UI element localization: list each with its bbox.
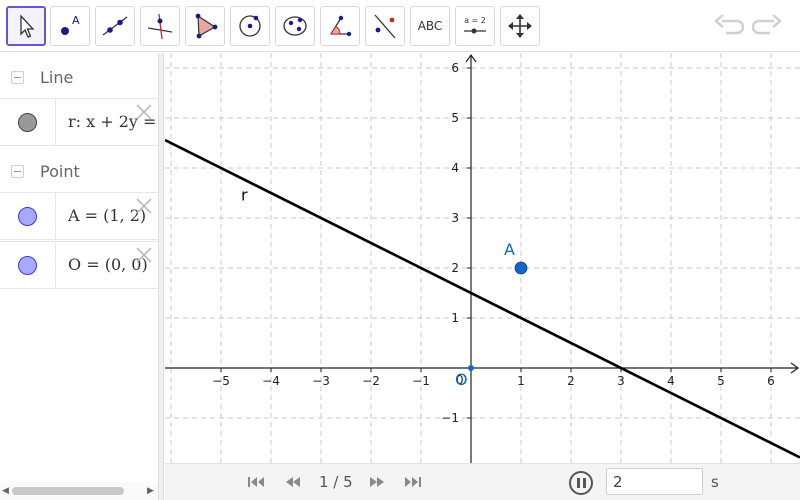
skip-to-start-icon xyxy=(248,477,264,487)
graphics-view[interactable]: −5 −4 −3 −2 −1 1 2 3 4 5 6 −1 1 2 3 4 5 6 0 rAO xyxy=(165,53,800,463)
group-header-point[interactable]: Point xyxy=(0,148,158,194)
marble-icon xyxy=(18,112,37,132)
line-r-label[interactable]: r xyxy=(241,186,248,205)
slider-tool-button[interactable]: a = 2 xyxy=(455,6,495,46)
y-tick-label: 5 xyxy=(451,111,459,125)
graphics-canvas[interactable]: −5 −4 −3 −2 −1 1 2 3 4 5 6−11234560 rAO xyxy=(165,53,800,463)
text-tool-button[interactable]: ABC xyxy=(410,6,450,46)
grid xyxy=(165,53,800,463)
move-tool-button[interactable] xyxy=(6,6,46,46)
perpendicular-line-icon xyxy=(147,13,173,40)
axes xyxy=(165,53,800,463)
pause-icon xyxy=(576,478,580,488)
speed-unit-label: s xyxy=(711,473,719,491)
x-tick-label: −2 xyxy=(362,374,380,388)
point-a-label[interactable]: A xyxy=(504,240,515,259)
redo-icon xyxy=(752,14,782,35)
circle-with-center-tool-button[interactable] xyxy=(230,6,270,46)
svg-text:A: A xyxy=(72,14,80,27)
algebra-row-line-r[interactable]: r: x + 2y = 3 xyxy=(0,98,158,146)
slider-icon: a = 2 xyxy=(464,16,486,34)
scroll-left-icon[interactable]: ◀ xyxy=(2,486,9,496)
fast-forward-icon xyxy=(370,477,384,487)
point-a[interactable] xyxy=(514,261,528,275)
perpendicular-line-tool-button[interactable] xyxy=(140,6,180,46)
last-page-button[interactable] xyxy=(402,474,424,490)
pause-button[interactable] xyxy=(569,471,593,495)
line-tool-button[interactable] xyxy=(95,6,135,46)
rewind-icon xyxy=(286,477,300,487)
algebra-row-point-a[interactable]: A = (1, 2) xyxy=(0,192,158,240)
x-tick-label: −5 xyxy=(212,374,230,388)
x-tick-label: 5 xyxy=(717,374,725,388)
collapse-minus-icon[interactable] xyxy=(11,70,24,84)
angle-tool-button[interactable] xyxy=(320,6,360,46)
y-tick-label: 1 xyxy=(451,311,459,325)
x-tick-label: 4 xyxy=(667,374,675,388)
undo-icon xyxy=(714,14,744,35)
reflect-about-line-icon xyxy=(374,14,396,39)
y-tick-label: 2 xyxy=(451,261,459,275)
y-tick-label: 6 xyxy=(451,61,459,75)
point-o-label[interactable]: O xyxy=(455,370,468,389)
redo-button[interactable] xyxy=(752,12,782,40)
undo-button[interactable] xyxy=(714,12,744,40)
visibility-toggle[interactable] xyxy=(0,99,56,145)
move-graphics-view-tool-button[interactable] xyxy=(500,6,540,46)
close-icon[interactable] xyxy=(135,197,153,215)
visibility-toggle[interactable] xyxy=(0,193,56,239)
scroll-right-icon[interactable]: ▶ xyxy=(147,486,154,496)
polygon-tool-button[interactable] xyxy=(185,6,225,46)
ellipse-icon xyxy=(283,16,307,36)
line-r[interactable] xyxy=(165,138,800,459)
group-header-line[interactable]: Line xyxy=(0,54,158,100)
circle-with-center-icon xyxy=(239,15,261,37)
marble-icon xyxy=(18,255,37,275)
marble-icon xyxy=(18,206,37,226)
point-tool-button[interactable]: A xyxy=(50,6,90,46)
y-tick-label: 3 xyxy=(451,211,459,225)
close-icon[interactable] xyxy=(135,103,153,121)
x-tick-label: −1 xyxy=(412,374,430,388)
x-tick-label: −3 xyxy=(312,374,330,388)
next-page-button[interactable] xyxy=(366,474,388,490)
close-icon[interactable] xyxy=(135,246,153,264)
first-page-button[interactable] xyxy=(245,474,267,490)
group-label: Point xyxy=(40,161,80,181)
skip-to-end-icon xyxy=(405,477,421,487)
collapse-minus-icon[interactable] xyxy=(11,164,24,178)
previous-page-button[interactable] xyxy=(282,474,304,490)
speed-input[interactable] xyxy=(606,468,703,495)
construction-objects[interactable]: r A O xyxy=(165,138,800,459)
toolbar: A ABC a = 2 xyxy=(0,0,800,52)
angle-icon xyxy=(330,15,352,37)
slider-tool-label: a = 2 xyxy=(464,16,486,25)
line-icon xyxy=(102,16,128,36)
x-tick-label: 2 xyxy=(567,374,575,388)
visibility-toggle[interactable] xyxy=(0,242,56,288)
text-tool-label: ABC xyxy=(417,19,443,33)
algebra-horizontal-scrollbar[interactable]: ◀ ▶ xyxy=(0,482,158,500)
tick-labels: −5 −4 −3 −2 −1 1 2 3 4 5 6−11234560 xyxy=(212,61,775,425)
point-o[interactable] xyxy=(468,365,474,371)
x-tick-label: 3 xyxy=(617,374,625,388)
algebra-view: Line r: x + 2y = 3 Point A = (1, 2) O = … xyxy=(0,53,158,500)
playback-bar: 1 / 5 s xyxy=(165,463,800,500)
x-tick-label: 1 xyxy=(517,374,525,388)
move-arrows-icon xyxy=(508,14,532,38)
cursor-arrow-icon xyxy=(20,14,35,38)
point-icon: A xyxy=(61,14,80,35)
group-label: Line xyxy=(40,67,74,87)
algebra-row-point-o[interactable]: O = (0, 0) xyxy=(0,241,158,289)
scrollbar-thumb[interactable] xyxy=(12,487,124,495)
reflect-tool-button[interactable] xyxy=(365,6,405,46)
y-tick-label: 4 xyxy=(451,161,459,175)
triangle-polygon-icon xyxy=(195,13,218,39)
x-tick-label: 6 xyxy=(767,374,775,388)
x-tick-label: −4 xyxy=(262,374,280,388)
y-tick-label: −1 xyxy=(441,411,459,425)
conic-tool-button[interactable] xyxy=(275,6,315,46)
page-indicator: 1 / 5 xyxy=(319,473,353,491)
view-divider[interactable] xyxy=(158,53,164,500)
